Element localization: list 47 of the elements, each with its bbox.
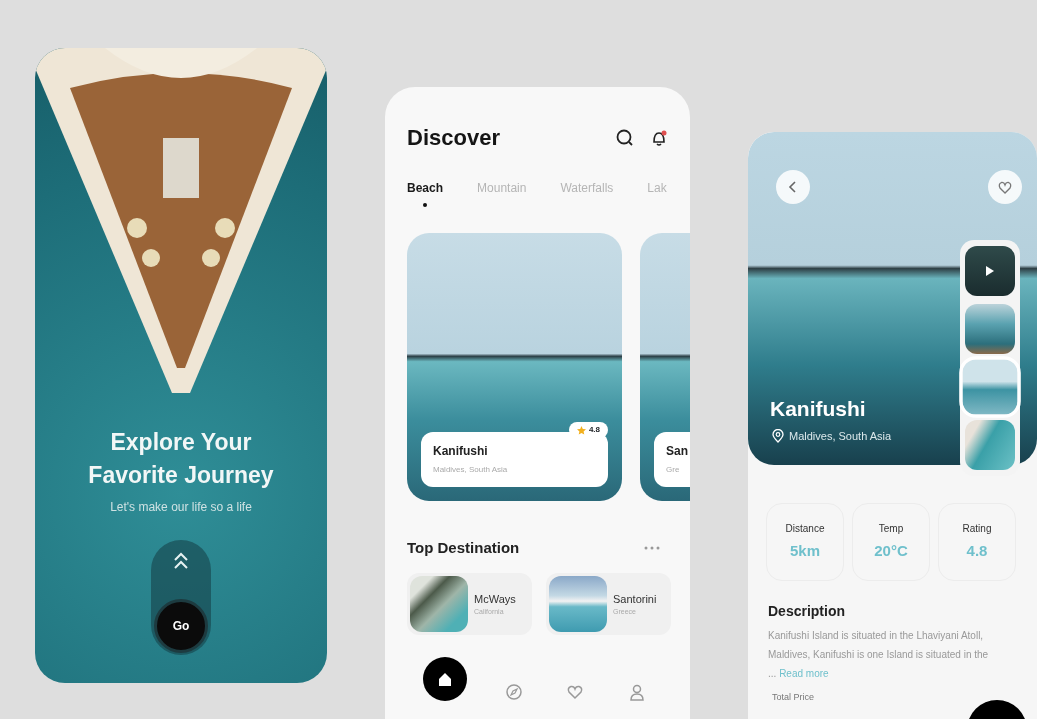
screen-title: Discover [407,125,500,152]
play-icon [985,265,995,277]
stat-value: 4.8 [966,541,988,562]
star-icon [576,425,586,435]
stat-value: 5km [790,541,820,562]
subtitle: Let's make our life so a life [110,499,252,516]
photo-placeholder [549,576,607,633]
place-location: Maldives, South Asia [789,429,892,444]
heart-icon [566,683,585,702]
bell-icon[interactable] [650,129,668,148]
section-title: Description [768,603,846,620]
price-label: Total Price [772,690,815,704]
location-pin-icon [772,429,784,444]
category-tab[interactable]: Beach [407,179,444,208]
swipe-track[interactable]: Go [151,540,211,655]
back-button[interactable] [776,170,810,204]
stat-value: 20°C [874,541,908,562]
chevron-left-icon [788,181,798,193]
more-icon[interactable] [644,546,660,551]
stat-label: Distance [785,522,825,537]
double-chevron-up-icon [173,552,189,570]
place-name: Santorini [613,591,657,607]
place-name: McWays [474,591,516,607]
headline: Explore Your Favorite Journey [87,428,275,490]
user-icon [628,683,647,702]
heart-icon [998,180,1012,194]
destination-card[interactable]: Kanifushi Maldives, South Asia 4.8 [407,233,622,502]
video-thumbnail[interactable] [965,246,1015,296]
description-text: Kanifushi Island is situated in the Lhaviyani Atoll, Maldives, Kanifushi is one Island is situated in the ... Read more [768,628,990,681]
stat-label: Rating [962,522,992,537]
photo-thumbnail[interactable] [965,304,1015,354]
place-location: Gre [666,464,681,477]
rating-value: 4.8 [588,424,600,437]
stat-label: Temp [878,522,904,537]
place-name: Kanifushi [770,396,866,422]
favorite-button[interactable] [988,170,1022,204]
place-name: San [666,443,689,461]
go-button[interactable]: Go [154,599,208,653]
section-title: Top Destination [407,539,520,558]
photo-thumbnail[interactable] [962,359,1018,415]
search-icon[interactable] [616,129,634,148]
place-name: Kanifushi [433,443,489,461]
photo-placeholder [410,576,468,633]
photo-thumbnail[interactable] [965,420,1015,470]
place-location: Maldives, South Asia [433,464,509,477]
compass-icon [504,683,523,702]
destination-card[interactable]: San Gre [640,233,690,502]
